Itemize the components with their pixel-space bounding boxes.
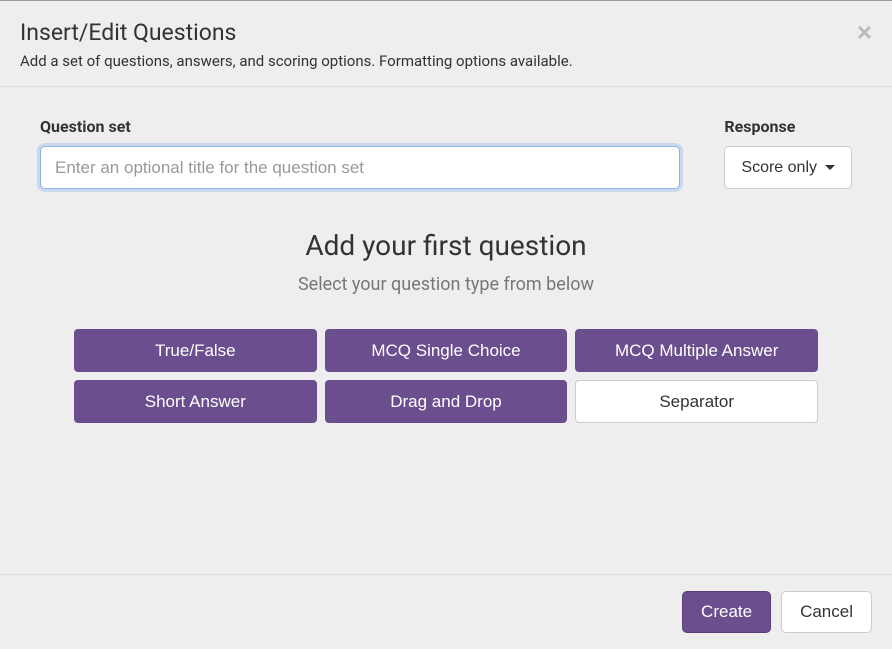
prompt-heading: Add your first question: [40, 229, 852, 262]
type-short-answer-button[interactable]: Short Answer: [74, 380, 317, 423]
response-group: Response Score only: [724, 117, 852, 189]
form-row: Question set Response Score only: [40, 117, 852, 189]
question-set-group: Question set: [40, 117, 680, 189]
question-type-grid: True/False MCQ Single Choice MCQ Multipl…: [40, 329, 852, 423]
response-selected-text: Score only: [741, 159, 817, 177]
modal-title: Insert/Edit Questions: [20, 19, 872, 46]
question-set-label: Question set: [40, 117, 680, 136]
prompt-block: Add your first question Select your ques…: [40, 229, 852, 295]
question-set-input[interactable]: [40, 146, 680, 189]
modal-footer: Create Cancel: [0, 574, 892, 649]
type-drag-drop-button[interactable]: Drag and Drop: [325, 380, 568, 423]
type-true-false-button[interactable]: True/False: [74, 329, 317, 372]
create-button[interactable]: Create: [682, 591, 771, 633]
close-icon: ×: [857, 17, 872, 47]
cancel-button[interactable]: Cancel: [781, 591, 872, 633]
type-mcq-single-button[interactable]: MCQ Single Choice: [325, 329, 568, 372]
caret-down-icon: [825, 165, 835, 170]
insert-edit-questions-modal: Insert/Edit Questions Add a set of quest…: [0, 0, 892, 649]
modal-body: Question set Response Score only Add you…: [0, 87, 892, 574]
response-label: Response: [724, 117, 852, 136]
close-button[interactable]: ×: [857, 19, 872, 45]
modal-subtitle: Add a set of questions, answers, and sco…: [20, 52, 872, 70]
modal-header: Insert/Edit Questions Add a set of quest…: [0, 1, 892, 87]
type-separator-button[interactable]: Separator: [575, 380, 818, 423]
type-mcq-multiple-button[interactable]: MCQ Multiple Answer: [575, 329, 818, 372]
response-dropdown[interactable]: Score only: [724, 146, 852, 189]
prompt-subheading: Select your question type from below: [40, 274, 852, 295]
